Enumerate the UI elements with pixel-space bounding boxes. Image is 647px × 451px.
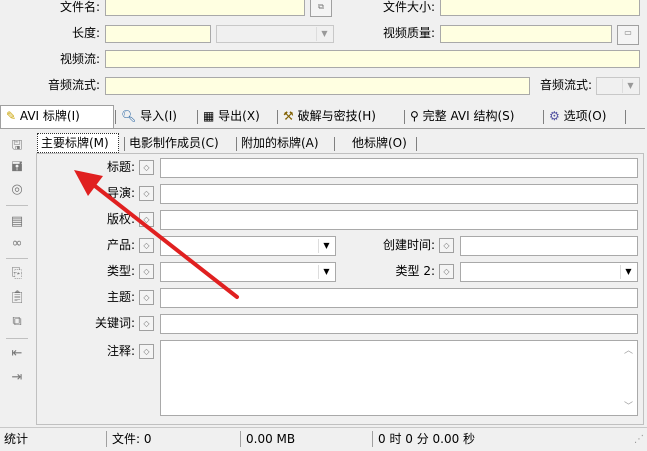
status-stats: 统计 [4,432,29,446]
status-size: 0.00 MB [246,432,296,446]
status-divider [240,431,241,447]
status-bar: 统计 文件: 0 0.00 MB 0 时 0 分 0.00 秒 ⋰ [0,427,647,451]
status-divider [372,431,373,447]
status-files: 文件: 0 [112,432,152,446]
resize-grip-icon[interactable]: ⋰ [634,434,644,445]
status-divider [106,431,107,447]
annotation-arrow [74,170,239,299]
status-time: 0 时 0 分 0.00 秒 [378,432,476,446]
